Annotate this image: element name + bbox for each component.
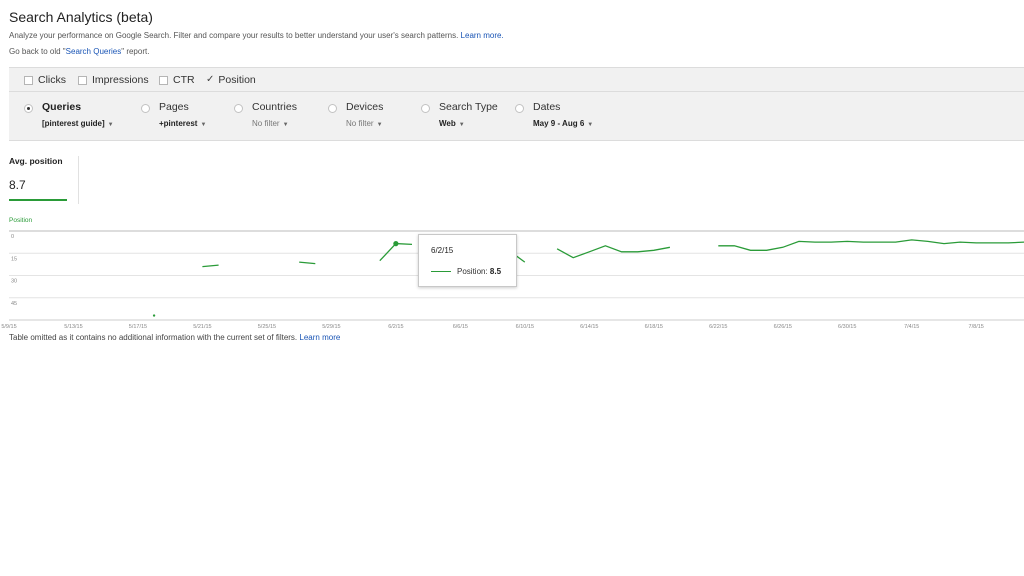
ctr-checkbox[interactable] (159, 75, 168, 85)
highlight-point (393, 241, 399, 247)
tooltip-legend-line (431, 271, 451, 272)
filter-value-text: No filter (346, 119, 374, 128)
devices-radio[interactable] (328, 104, 337, 113)
series-line (718, 239, 1024, 251)
filter-value-text: Web (439, 119, 456, 128)
metric-label: Clicks (38, 74, 66, 86)
x-tick-label: 6/26/15 (774, 324, 792, 330)
x-tick-label: 6/30/15 (838, 324, 856, 330)
filter-label: Dates (533, 101, 561, 113)
summary-value: 8.7 (9, 178, 26, 192)
x-tick-label: 5/13/15 (64, 324, 82, 330)
y-tick-label: 0 (11, 234, 14, 240)
filter-value-dropdown[interactable]: [pinterest guide] ▼ (42, 119, 114, 128)
metric-label: Impressions (92, 74, 149, 86)
filter-value-dropdown[interactable]: Web ▼ (439, 119, 465, 128)
page-subtitle: Analyze your performance on Google Searc… (9, 31, 504, 40)
pages-radio[interactable] (141, 104, 150, 113)
summary-label: Avg. position (9, 156, 63, 166)
filter-label: Search Type (439, 101, 498, 113)
data-point (152, 314, 156, 317)
checkmark-icon[interactable]: ✓ (206, 75, 214, 85)
x-tick-label: 6/22/15 (709, 324, 727, 330)
y-tick-label: 30 (11, 279, 17, 285)
subtitle-text: Analyze your performance on Google Searc… (9, 31, 459, 40)
tooltip-series: Position: (457, 267, 488, 276)
filter-label: Queries (42, 101, 82, 113)
metric-clicks[interactable]: Clicks (24, 74, 66, 86)
x-tick-label: 6/18/15 (645, 324, 663, 330)
y-tick-label: 15 (11, 256, 17, 262)
x-tick-label: 7/4/15 (904, 324, 919, 330)
clicks-checkbox[interactable] (24, 75, 33, 85)
metric-ctr[interactable]: CTR (159, 74, 195, 86)
filter-value-dropdown[interactable]: May 9 - Aug 6 ▼ (533, 119, 593, 128)
back-to-old-report: Go back to old "Search Queries" report. (9, 47, 149, 56)
tooltip-date: 6/2/15 (431, 246, 454, 255)
x-tick-label: 7/8/15 (969, 324, 984, 330)
x-tick-label: 5/21/15 (193, 324, 211, 330)
filter-label: Pages (159, 101, 189, 113)
filter-value-text: [pinterest guide] (42, 119, 105, 128)
page-title: Search Analytics (beta) (9, 9, 153, 25)
tooltip-number: 8.5 (489, 267, 502, 276)
queries-radio[interactable] (24, 104, 33, 113)
impressions-checkbox[interactable] (78, 75, 87, 85)
chart-tooltip: 6/2/15 Position: 8.5 (418, 234, 517, 287)
x-tick-label: 6/6/15 (453, 324, 468, 330)
caret-down-icon: ▼ (376, 122, 383, 128)
filter-label: Devices (346, 101, 384, 113)
filter-value-text: May 9 - Aug 6 (533, 119, 585, 128)
back-suffix: " report. (121, 47, 150, 56)
metric-label: Position (218, 74, 256, 86)
y-tick-label: 45 (11, 301, 17, 307)
table-omitted-note: Table omitted as it contains no addition… (9, 333, 340, 342)
back-prefix: Go back to old " (9, 47, 66, 56)
filters-bar: Queries [pinterest guide] ▼ Pages +pinter… (9, 92, 1024, 141)
search-type-radio[interactable] (421, 104, 430, 113)
series-line (299, 261, 316, 265)
learn-more-link[interactable]: Learn more. (461, 31, 504, 40)
metrics-bar: Clicks Impressions CTR ✓ Position (9, 67, 1024, 92)
x-tick-label: 5/9/15 (1, 324, 16, 330)
filter-value-text: No filter (252, 119, 280, 128)
series-line (202, 264, 219, 268)
countries-radio[interactable] (234, 104, 243, 113)
avg-position-summary[interactable]: Avg. position 8.7 (9, 156, 79, 204)
metric-position[interactable]: ✓ Position (206, 74, 256, 86)
caret-down-icon: ▼ (282, 122, 289, 128)
caret-down-icon: ▼ (458, 122, 465, 128)
x-tick-label: 5/17/15 (129, 324, 147, 330)
x-tick-label: 6/14/15 (580, 324, 598, 330)
filter-value-text: +pinterest (159, 119, 198, 128)
series-line (556, 245, 671, 259)
chart-series-label: Position (9, 217, 33, 224)
filter-value-dropdown[interactable]: +pinterest ▼ (159, 119, 206, 128)
filter-value-dropdown[interactable]: No filter ▼ (252, 119, 289, 128)
filter-label: Countries (252, 101, 297, 113)
note-learn-more-link[interactable]: Learn more (299, 333, 340, 342)
summary-underline (9, 199, 67, 201)
caret-down-icon: ▼ (107, 122, 114, 128)
caret-down-icon: ▼ (200, 122, 207, 128)
x-tick-label: 5/29/15 (322, 324, 340, 330)
metric-impressions[interactable]: Impressions (78, 74, 149, 86)
filter-value-dropdown[interactable]: No filter ▼ (346, 119, 383, 128)
tooltip-value: Position: 8.5 (457, 267, 501, 276)
metric-label: CTR (173, 74, 195, 86)
caret-down-icon: ▼ (587, 122, 594, 128)
x-tick-label: 6/10/15 (516, 324, 534, 330)
note-text: Table omitted as it contains no addition… (9, 333, 298, 342)
x-tick-label: 5/25/15 (258, 324, 276, 330)
search-queries-link[interactable]: Search Queries (66, 47, 122, 56)
x-tick-label: 6/2/15 (388, 324, 403, 330)
dates-radio[interactable] (515, 104, 524, 113)
